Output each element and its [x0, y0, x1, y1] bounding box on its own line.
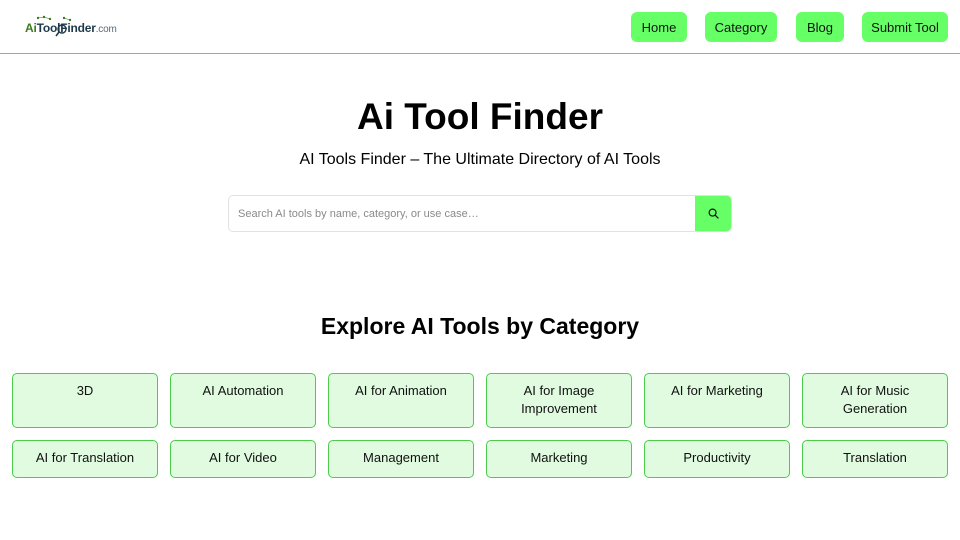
page-subtitle: AI Tools Finder – The Ultimate Directory…	[299, 151, 661, 168]
category-card-ai-for-animation[interactable]: AI for Animation	[328, 373, 474, 428]
category-card-ai-for-translation[interactable]: AI for Translation	[12, 440, 158, 478]
category-grid: 3D AI Automation AI for Animation AI for…	[12, 373, 948, 478]
search-input[interactable]	[229, 196, 697, 231]
search-icon	[708, 208, 719, 219]
logo-text: AiToolFinder.com	[25, 21, 117, 35]
category-card-ai-for-marketing[interactable]: AI for Marketing	[644, 373, 790, 428]
category-card-marketing[interactable]: Marketing	[486, 440, 632, 478]
page-title: Ai Tool Finder	[357, 96, 603, 137]
category-card-ai-for-music-generation[interactable]: AI for Music Generation	[802, 373, 948, 428]
category-card-ai-automation[interactable]: AI Automation	[170, 373, 316, 428]
nav-blog-button[interactable]: Blog	[796, 12, 844, 42]
search-bar	[228, 195, 732, 232]
category-card-translation[interactable]: Translation	[802, 440, 948, 478]
category-card-productivity[interactable]: Productivity	[644, 440, 790, 478]
category-card-ai-for-image-improvement[interactable]: AI for Image Improvement	[486, 373, 632, 428]
nav-category-button[interactable]: Category	[705, 12, 777, 42]
logo-part-tool: Tool	[36, 21, 61, 35]
category-card-3d[interactable]: 3D	[12, 373, 158, 428]
nav-home-button[interactable]: Home	[631, 12, 687, 42]
category-section-title: Explore AI Tools by Category	[320, 313, 640, 339]
logo-part-ai: Ai	[25, 21, 37, 35]
site-logo[interactable]: AiToolFinder.com	[24, 14, 124, 40]
logo-part-suffix: .com	[95, 24, 117, 35]
site-header: AiToolFinder.com Home Category Blog Subm…	[0, 0, 960, 54]
category-card-management[interactable]: Management	[328, 440, 474, 478]
search-button[interactable]	[695, 196, 731, 231]
logo-part-finder: Finder	[60, 21, 96, 35]
nav-submit-tool-button[interactable]: Submit Tool	[862, 12, 948, 42]
category-card-ai-for-video[interactable]: AI for Video	[170, 440, 316, 478]
